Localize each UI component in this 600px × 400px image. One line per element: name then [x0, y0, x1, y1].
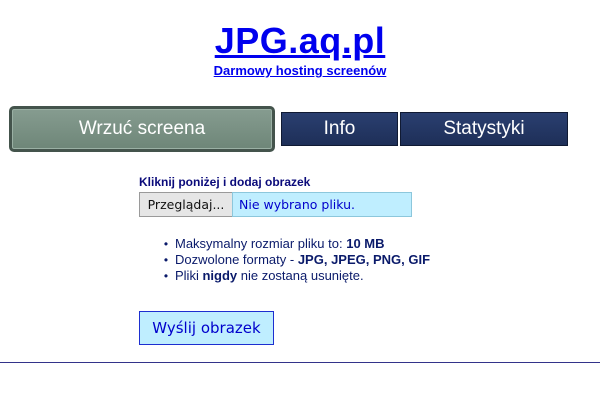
bullet-icon: • [163, 253, 169, 267]
upload-heading: Kliknij poniżej i dodaj obrazek [139, 175, 311, 189]
bullet-icon: • [163, 269, 169, 283]
footer-divider [0, 362, 600, 363]
rule-emphasis: 10 MB [346, 236, 385, 251]
list-item: • Maksymalny rozmiar pliku to: 10 MB [161, 236, 430, 252]
site-header: JPG.aq.pl Darmowy hosting screenów [0, 22, 600, 79]
submit-image-button[interactable]: Wyślij obrazek [139, 311, 274, 345]
tab-upload-screen[interactable]: Wrzuć screena [9, 106, 275, 152]
list-item: • Dozwolone formaty - JPG, JPEG, PNG, GIF [161, 252, 430, 268]
main-nav: Wrzuć screena Info Statystyki [9, 106, 569, 152]
file-input[interactable]: Przeglądaj... Nie wybrano pliku. [139, 192, 439, 217]
rule-emphasis: JPG, JPEG, PNG, GIF [297, 252, 431, 267]
file-status-text[interactable]: Nie wybrano pliku. [232, 192, 412, 217]
rule-text: Pliki [175, 268, 203, 283]
browse-button[interactable]: Przeglądaj... [139, 192, 232, 217]
tab-info[interactable]: Info [281, 112, 398, 146]
tab-statistics[interactable]: Statystyki [400, 112, 568, 146]
site-title-link[interactable]: JPG.aq.pl [215, 22, 386, 60]
bullet-icon: • [163, 237, 169, 251]
rule-emphasis: nigdy [202, 268, 238, 283]
rule-text: Dozwolone formaty - [175, 252, 298, 267]
rule-text: Maksymalny rozmiar pliku to: [175, 236, 347, 251]
upload-rules-list: • Maksymalny rozmiar pliku to: 10 MB • Doz… [161, 236, 430, 284]
list-item: • Pliki nigdy nie zostaną usunięte. [161, 268, 430, 284]
upload-form: Kliknij poniżej i dodaj obrazek Przegląd… [139, 175, 439, 217]
site-subtitle-link[interactable]: Darmowy hosting screenów [0, 63, 600, 78]
rule-text-end: nie zostaną usunięte. [237, 268, 364, 283]
